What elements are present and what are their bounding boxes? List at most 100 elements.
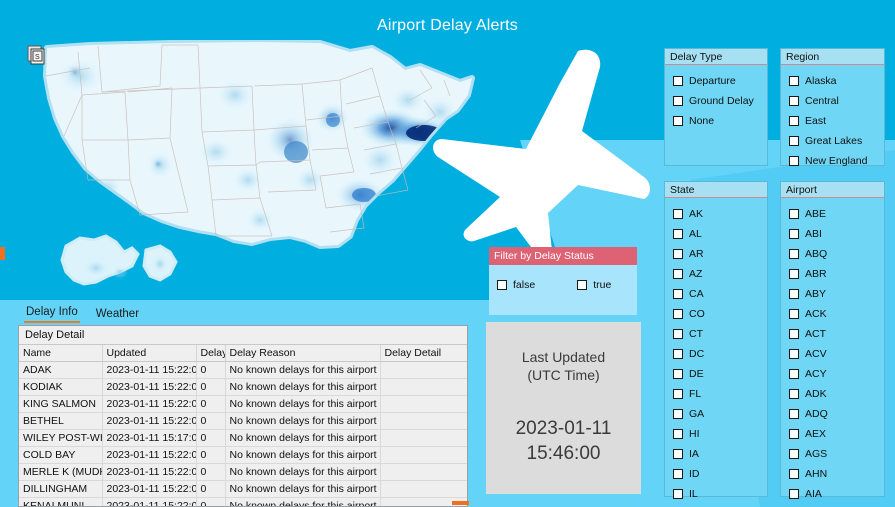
checkbox-icon[interactable]: [673, 229, 683, 239]
checkbox-state-co[interactable]: CO: [673, 304, 767, 324]
checkbox-icon[interactable]: [789, 449, 799, 459]
checkbox-state-ak[interactable]: AK: [673, 204, 767, 224]
checkbox-icon[interactable]: [673, 409, 683, 419]
checkbox-icon[interactable]: [789, 429, 799, 439]
checkbox-state-ca[interactable]: CA: [673, 284, 767, 304]
checkbox-airport-ahn[interactable]: AHN: [789, 464, 884, 484]
checkbox-delay-status-false[interactable]: false: [497, 275, 535, 295]
checkbox-state-az[interactable]: AZ: [673, 264, 767, 284]
checkbox-state-hi[interactable]: HI: [673, 424, 767, 444]
checkbox-state-ct[interactable]: CT: [673, 324, 767, 344]
checkbox-airport-adq[interactable]: ADQ: [789, 404, 884, 424]
checkbox-icon[interactable]: [577, 280, 588, 290]
checkbox-icon[interactable]: [673, 469, 683, 479]
checkbox-region-central[interactable]: Central: [789, 91, 884, 111]
checkbox-delay-type-none[interactable]: None: [673, 111, 767, 131]
checkbox-airport-act[interactable]: ACT: [789, 324, 884, 344]
checkbox-icon[interactable]: [673, 389, 683, 399]
checkbox-icon[interactable]: [789, 229, 799, 239]
checkbox-icon[interactable]: [673, 309, 683, 319]
checkbox-icon[interactable]: [789, 309, 799, 319]
checkbox-icon[interactable]: [789, 489, 799, 499]
checkbox-region-alaska[interactable]: Alaska: [789, 71, 884, 91]
checkbox-icon[interactable]: [789, 369, 799, 379]
checkbox-airport-ags[interactable]: AGS: [789, 444, 884, 464]
checkbox-icon[interactable]: [673, 76, 683, 86]
bottom-scroll-handle[interactable]: [452, 501, 469, 505]
checkbox-state-ar[interactable]: AR: [673, 244, 767, 264]
checkbox-icon[interactable]: [673, 329, 683, 339]
checkbox-airport-abe[interactable]: ABE: [789, 204, 884, 224]
tab-weather[interactable]: Weather: [94, 308, 141, 323]
checkbox-region-great-lakes[interactable]: Great Lakes: [789, 131, 884, 151]
checkbox-icon[interactable]: [673, 96, 683, 106]
checkbox-airport-abq[interactable]: ABQ: [789, 244, 884, 264]
checkbox-icon[interactable]: [789, 329, 799, 339]
checkbox-airport-ack[interactable]: ACK: [789, 304, 884, 324]
delay-detail-table-container[interactable]: Delay Detail Name Updated Delay(r Delay …: [18, 325, 468, 507]
checkbox-icon[interactable]: [673, 369, 683, 379]
checkbox-icon[interactable]: [789, 389, 799, 399]
table-row[interactable]: WILEY POST-WILL2023-01-11 15:17:000No kn…: [19, 429, 467, 447]
col-header-delay[interactable]: Delay(r: [196, 345, 226, 362]
checkbox-airport-aby[interactable]: ABY: [789, 284, 884, 304]
checkbox-airport-adk[interactable]: ADK: [789, 384, 884, 404]
table-row[interactable]: BETHEL 2023-01-11 15:22:00 0 No known delay…: [19, 412, 467, 430]
checkbox-icon[interactable]: [789, 349, 799, 359]
checkbox-icon[interactable]: [673, 349, 683, 359]
us-delay-heatmap[interactable]: [20, 40, 490, 302]
checkbox-icon[interactable]: [789, 156, 799, 166]
checkbox-icon[interactable]: [673, 269, 683, 279]
checkbox-icon[interactable]: [789, 269, 799, 279]
checkbox-icon[interactable]: [673, 116, 683, 126]
checkbox-icon[interactable]: [789, 249, 799, 259]
tab-delay-info[interactable]: Delay Info: [24, 306, 80, 323]
checkbox-state-il[interactable]: IL: [673, 484, 767, 504]
checkbox-icon[interactable]: [673, 289, 683, 299]
table-row[interactable]: ADAK 2023-01-11 15:22:00 0 No known delays …: [19, 361, 467, 379]
col-header-delay-reason[interactable]: Delay Reason: [225, 345, 381, 362]
checkbox-icon[interactable]: [789, 76, 799, 86]
checkbox-icon[interactable]: [789, 409, 799, 419]
checkbox-icon[interactable]: [789, 209, 799, 219]
checkbox-state-ga[interactable]: GA: [673, 404, 767, 424]
checkbox-icon[interactable]: [789, 289, 799, 299]
checkbox-icon[interactable]: [673, 489, 683, 499]
checkbox-state-al[interactable]: AL: [673, 224, 767, 244]
checkbox-state-dc[interactable]: DC: [673, 344, 767, 364]
checkbox-state-id[interactable]: ID: [673, 464, 767, 484]
checkbox-icon[interactable]: [789, 469, 799, 479]
checkbox-state-de[interactable]: DE: [673, 364, 767, 384]
table-row[interactable]: MERLE K (MUDHO2023-01-11 15:22:000No kno…: [19, 463, 467, 481]
checkbox-airport-acv[interactable]: ACV: [789, 344, 884, 364]
checkbox-delay-type-departure[interactable]: Departure: [673, 71, 767, 91]
table-row[interactable]: COLD BAY 2023-01-11 15:22:00 0 No known del…: [19, 446, 467, 464]
checkbox-state-ia[interactable]: IA: [673, 444, 767, 464]
table-row[interactable]: DILLINGHAM 2023-01-11 15:22:00 0 No known d…: [19, 480, 467, 498]
checkbox-icon[interactable]: [673, 249, 683, 259]
checkbox-airport-aex[interactable]: AEX: [789, 424, 884, 444]
checkbox-icon[interactable]: [497, 280, 507, 290]
checkbox-icon[interactable]: [673, 449, 683, 459]
checkbox-airport-abi[interactable]: ABI: [789, 224, 884, 244]
checkbox-region-east[interactable]: East: [789, 111, 884, 131]
checkbox-icon[interactable]: [673, 209, 683, 219]
checkbox-icon[interactable]: [789, 136, 799, 146]
checkbox-airport-abr[interactable]: ABR: [789, 264, 884, 284]
checkbox-region-new-england[interactable]: New England: [789, 151, 884, 171]
checkbox-icon[interactable]: [789, 116, 799, 126]
col-header-delay-detail[interactable]: Delay Detail: [380, 345, 467, 362]
checkbox-icon[interactable]: [673, 429, 683, 439]
checkbox-delay-type-ground-delay[interactable]: Ground Delay: [673, 91, 767, 111]
col-header-name[interactable]: Name: [19, 345, 103, 362]
checkbox-delay-status-true[interactable]: true: [577, 275, 611, 295]
left-edge-handle[interactable]: [0, 247, 5, 260]
table-row[interactable]: KING SALMON 2023-01-11 15:22:00 0 No known …: [19, 395, 467, 413]
table-row[interactable]: KODIAK 2023-01-11 15:22:00 0 No known delay…: [19, 378, 467, 396]
col-header-updated[interactable]: Updated: [102, 345, 197, 362]
map-container[interactable]: [20, 40, 490, 302]
checkbox-state-fl[interactable]: FL: [673, 384, 767, 404]
checkbox-airport-aia[interactable]: AIA: [789, 484, 884, 504]
duplicate-document-icon[interactable]: S: [27, 45, 46, 65]
checkbox-icon[interactable]: [789, 96, 799, 106]
